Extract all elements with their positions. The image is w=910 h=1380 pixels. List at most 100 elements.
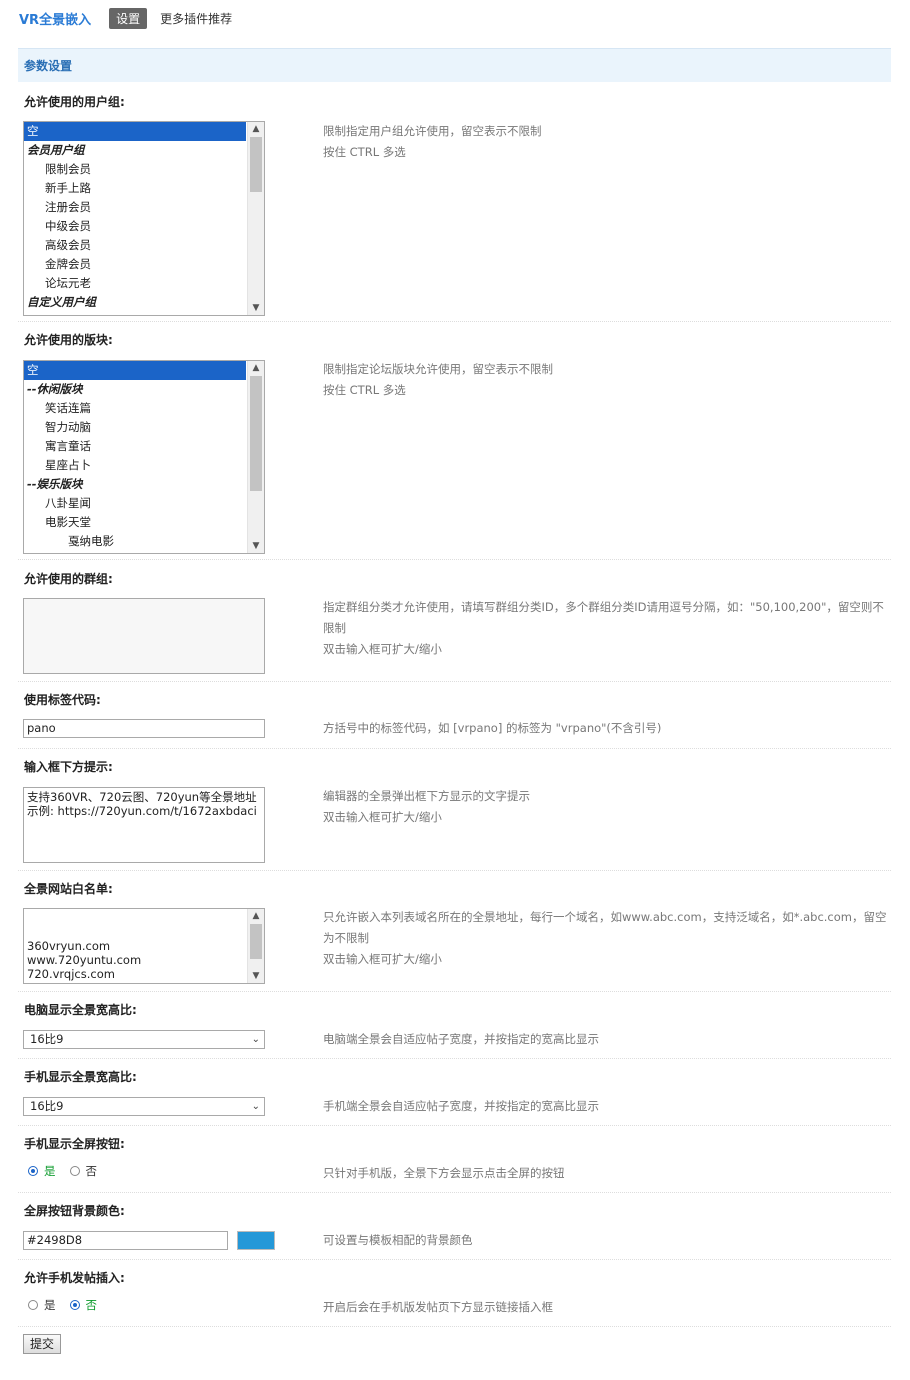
usergroups-option[interactable]: 新手上路 bbox=[24, 179, 264, 198]
tab-settings[interactable]: 设置 bbox=[109, 7, 148, 29]
divider bbox=[18, 870, 891, 871]
fullscreen-hint: 只针对手机版，全景下方会显示点击全屏的按钮 bbox=[323, 1166, 565, 1180]
forums-option[interactable]: 八卦星闻 bbox=[24, 494, 264, 513]
fullscreen-no-radio[interactable]: 否 bbox=[69, 1163, 98, 1179]
radio-icon bbox=[28, 1300, 38, 1310]
tag-hint: 方括号中的标签代码，如 [vrpano] 的标签为 "vrpano"(不含引号) bbox=[323, 721, 662, 735]
divider bbox=[18, 559, 891, 560]
tab-more-plugins[interactable]: 更多插件推荐 bbox=[153, 8, 239, 29]
groups-textarea[interactable] bbox=[23, 598, 265, 674]
forums-option[interactable]: 戛纳电影 bbox=[24, 532, 264, 551]
chevron-down-icon: ⌄ bbox=[251, 1101, 260, 1112]
pc-ratio-value: 16比9 bbox=[30, 1032, 64, 1046]
usergroups-option[interactable]: 高级会员 bbox=[24, 236, 264, 255]
groups-label: 允许使用的群组: bbox=[24, 572, 113, 586]
btn-color-hint: 可设置与模板相配的背景颜色 bbox=[323, 1233, 473, 1247]
forums-option[interactable]: 电影天堂 bbox=[24, 513, 264, 532]
forums-scrollbar[interactable]: ▲ ▼ bbox=[247, 361, 264, 553]
whitelist-label: 全景网站白名单: bbox=[24, 882, 113, 896]
usergroups-hint: 限制指定用户组允许使用，留空表示不限制 按住 CTRL 多选 bbox=[323, 121, 888, 163]
whitelist-value: 360vryun.com www.720yuntu.com 720.vrqjcs… bbox=[27, 939, 142, 983]
radio-icon bbox=[28, 1166, 38, 1176]
scroll-down-icon[interactable]: ▼ bbox=[248, 301, 264, 315]
whitelist-hint-line: 只允许嵌入本列表域名所在的全景地址，每行一个域名，如www.abc.com，支持… bbox=[323, 910, 887, 945]
mobile-post-hint: 开启后会在手机版发帖页下方显示链接插入框 bbox=[323, 1300, 553, 1314]
forums-option[interactable]: 星座占卜 bbox=[24, 456, 264, 475]
forums-hint-line: 限制指定论坛版块允许使用，留空表示不限制 bbox=[323, 362, 553, 376]
fullscreen-radio-group: 是 否 bbox=[28, 1163, 111, 1179]
tip-label: 输入框下方提示: bbox=[24, 760, 113, 774]
usergroups-option[interactable]: 金牌会员 bbox=[24, 255, 264, 274]
groups-hint: 指定群组分类才允许使用，请填写群组分类ID，多个群组分类ID请用逗号分隔，如："… bbox=[323, 597, 888, 660]
scroll-up-icon[interactable]: ▲ bbox=[248, 909, 264, 923]
whitelist-scrollbar[interactable]: ▲ ▼ bbox=[247, 909, 264, 983]
fullscreen-label: 手机显示全屏按钮: bbox=[24, 1137, 125, 1151]
usergroups-option[interactable]: 注册会员 bbox=[24, 198, 264, 217]
divider bbox=[18, 321, 891, 322]
mobile-ratio-value: 16比9 bbox=[30, 1099, 64, 1113]
submit-button[interactable]: 提交 bbox=[23, 1334, 62, 1354]
whitelist-hint-line: 双击输入框可扩大/缩小 bbox=[323, 952, 442, 966]
scroll-down-icon[interactable]: ▼ bbox=[248, 969, 264, 983]
forums-option[interactable]: 智力动脑 bbox=[24, 418, 264, 437]
scroll-down-icon[interactable]: ▼ bbox=[248, 539, 264, 553]
forums-option[interactable]: 寓言童话 bbox=[24, 437, 264, 456]
tip-hint-line: 编辑器的全景弹出框下方显示的文字提示 bbox=[323, 789, 530, 803]
tip-textarea[interactable]: 支持360VR、720云图、720yun等全景地址 示例: https://72… bbox=[23, 787, 265, 863]
mobile-ratio-label: 手机显示全景宽高比: bbox=[24, 1070, 137, 1084]
tag-label: 使用标签代码: bbox=[24, 693, 101, 707]
scroll-thumb[interactable] bbox=[250, 924, 262, 959]
btn-color-input[interactable]: #2498D8 bbox=[23, 1231, 228, 1250]
usergroups-option[interactable]: 会员用户组 bbox=[24, 141, 264, 160]
mobile-ratio-select[interactable]: 16比9 ⌄ bbox=[23, 1097, 265, 1116]
usergroups-option[interactable]: 自定义用户组 bbox=[24, 293, 264, 312]
chevron-down-icon: ⌄ bbox=[251, 1034, 260, 1045]
forums-option[interactable]: 笑话连篇 bbox=[24, 399, 264, 418]
mobile-post-yes-radio[interactable]: 是 bbox=[28, 1297, 56, 1313]
forums-option[interactable]: --娱乐版块 bbox=[24, 475, 264, 494]
divider bbox=[18, 681, 891, 682]
usergroups-option[interactable]: 限制会员 bbox=[24, 160, 264, 179]
divider bbox=[18, 991, 891, 992]
whitelist-textarea[interactable]: 360vryun.com www.720yuntu.com 720.vrqjcs… bbox=[23, 908, 265, 984]
usergroups-option[interactable]: 中级会员 bbox=[24, 217, 264, 236]
divider bbox=[18, 1326, 891, 1327]
divider bbox=[18, 1192, 891, 1193]
usergroups-scrollbar[interactable]: ▲ ▼ bbox=[247, 122, 264, 315]
fullscreen-no-label: 否 bbox=[85, 1164, 98, 1178]
mobile-post-label: 允许手机发帖插入: bbox=[24, 1271, 125, 1285]
forums-option[interactable]: 电视剧场 bbox=[24, 551, 264, 553]
forums-option[interactable]: --休闲版块 bbox=[24, 380, 264, 399]
tip-hint: 编辑器的全景弹出框下方显示的文字提示 双击输入框可扩大/缩小 bbox=[323, 786, 888, 828]
tag-input[interactable]: pano bbox=[23, 719, 265, 738]
forums-label: 允许使用的版块: bbox=[24, 333, 113, 347]
usergroups-multiselect[interactable]: 空会员用户组 限制会员 新手上路 注册会员 中级会员 高级会员 金牌会员 论坛元老 自定义用户组… bbox=[23, 121, 265, 316]
usergroups-hint-line: 按住 CTRL 多选 bbox=[323, 145, 406, 159]
scroll-thumb[interactable] bbox=[250, 376, 262, 491]
usergroups-hint-line: 限制指定用户组允许使用，留空表示不限制 bbox=[323, 124, 542, 138]
pc-ratio-hint: 电脑端全景会自适应帖子宽度，并按指定的宽高比显示 bbox=[323, 1032, 599, 1046]
fullscreen-yes-radio[interactable]: 是 bbox=[28, 1163, 56, 1179]
forums-hint-line: 按住 CTRL 多选 bbox=[323, 383, 406, 397]
radio-icon bbox=[69, 1300, 80, 1310]
usergroups-option[interactable]: 论坛元老 bbox=[24, 274, 264, 293]
mobile-post-no-radio[interactable]: 否 bbox=[69, 1297, 97, 1313]
forums-option[interactable]: 空 bbox=[24, 361, 246, 380]
fullscreen-yes-label: 是 bbox=[44, 1164, 56, 1178]
scroll-up-icon[interactable]: ▲ bbox=[248, 122, 264, 136]
top-nav: VR全景嵌入 设置 更多插件推荐 bbox=[19, 7, 245, 29]
mobile-ratio-hint: 手机端全景会自适应帖子宽度，并按指定的宽高比显示 bbox=[323, 1099, 599, 1113]
usergroups-option[interactable]: 空 bbox=[24, 122, 246, 141]
forums-multiselect[interactable]: 空 --休闲版块 笑话连篇 智力动脑 寓言童话 星座占卜 --娱乐版块 八卦星闻 电影天堂 戛纳电… bbox=[23, 360, 265, 554]
panel-title: 参数设置 bbox=[18, 48, 891, 82]
usergroups-option[interactable]: VIP会员 bbox=[24, 312, 264, 315]
whitelist-hint: 只允许嵌入本列表域名所在的全景地址，每行一个域名，如www.abc.com，支持… bbox=[323, 907, 888, 970]
groups-hint-line: 指定群组分类才允许使用，请填写群组分类ID，多个群组分类ID请用逗号分隔，如："… bbox=[323, 600, 884, 635]
radio-icon bbox=[69, 1166, 80, 1176]
scroll-up-icon[interactable]: ▲ bbox=[248, 361, 264, 375]
pc-ratio-select[interactable]: 16比9 ⌄ bbox=[23, 1030, 265, 1049]
scroll-thumb[interactable] bbox=[250, 137, 262, 192]
tip-hint-line: 双击输入框可扩大/缩小 bbox=[323, 810, 442, 824]
color-swatch[interactable] bbox=[237, 1231, 275, 1250]
divider bbox=[18, 1259, 891, 1260]
